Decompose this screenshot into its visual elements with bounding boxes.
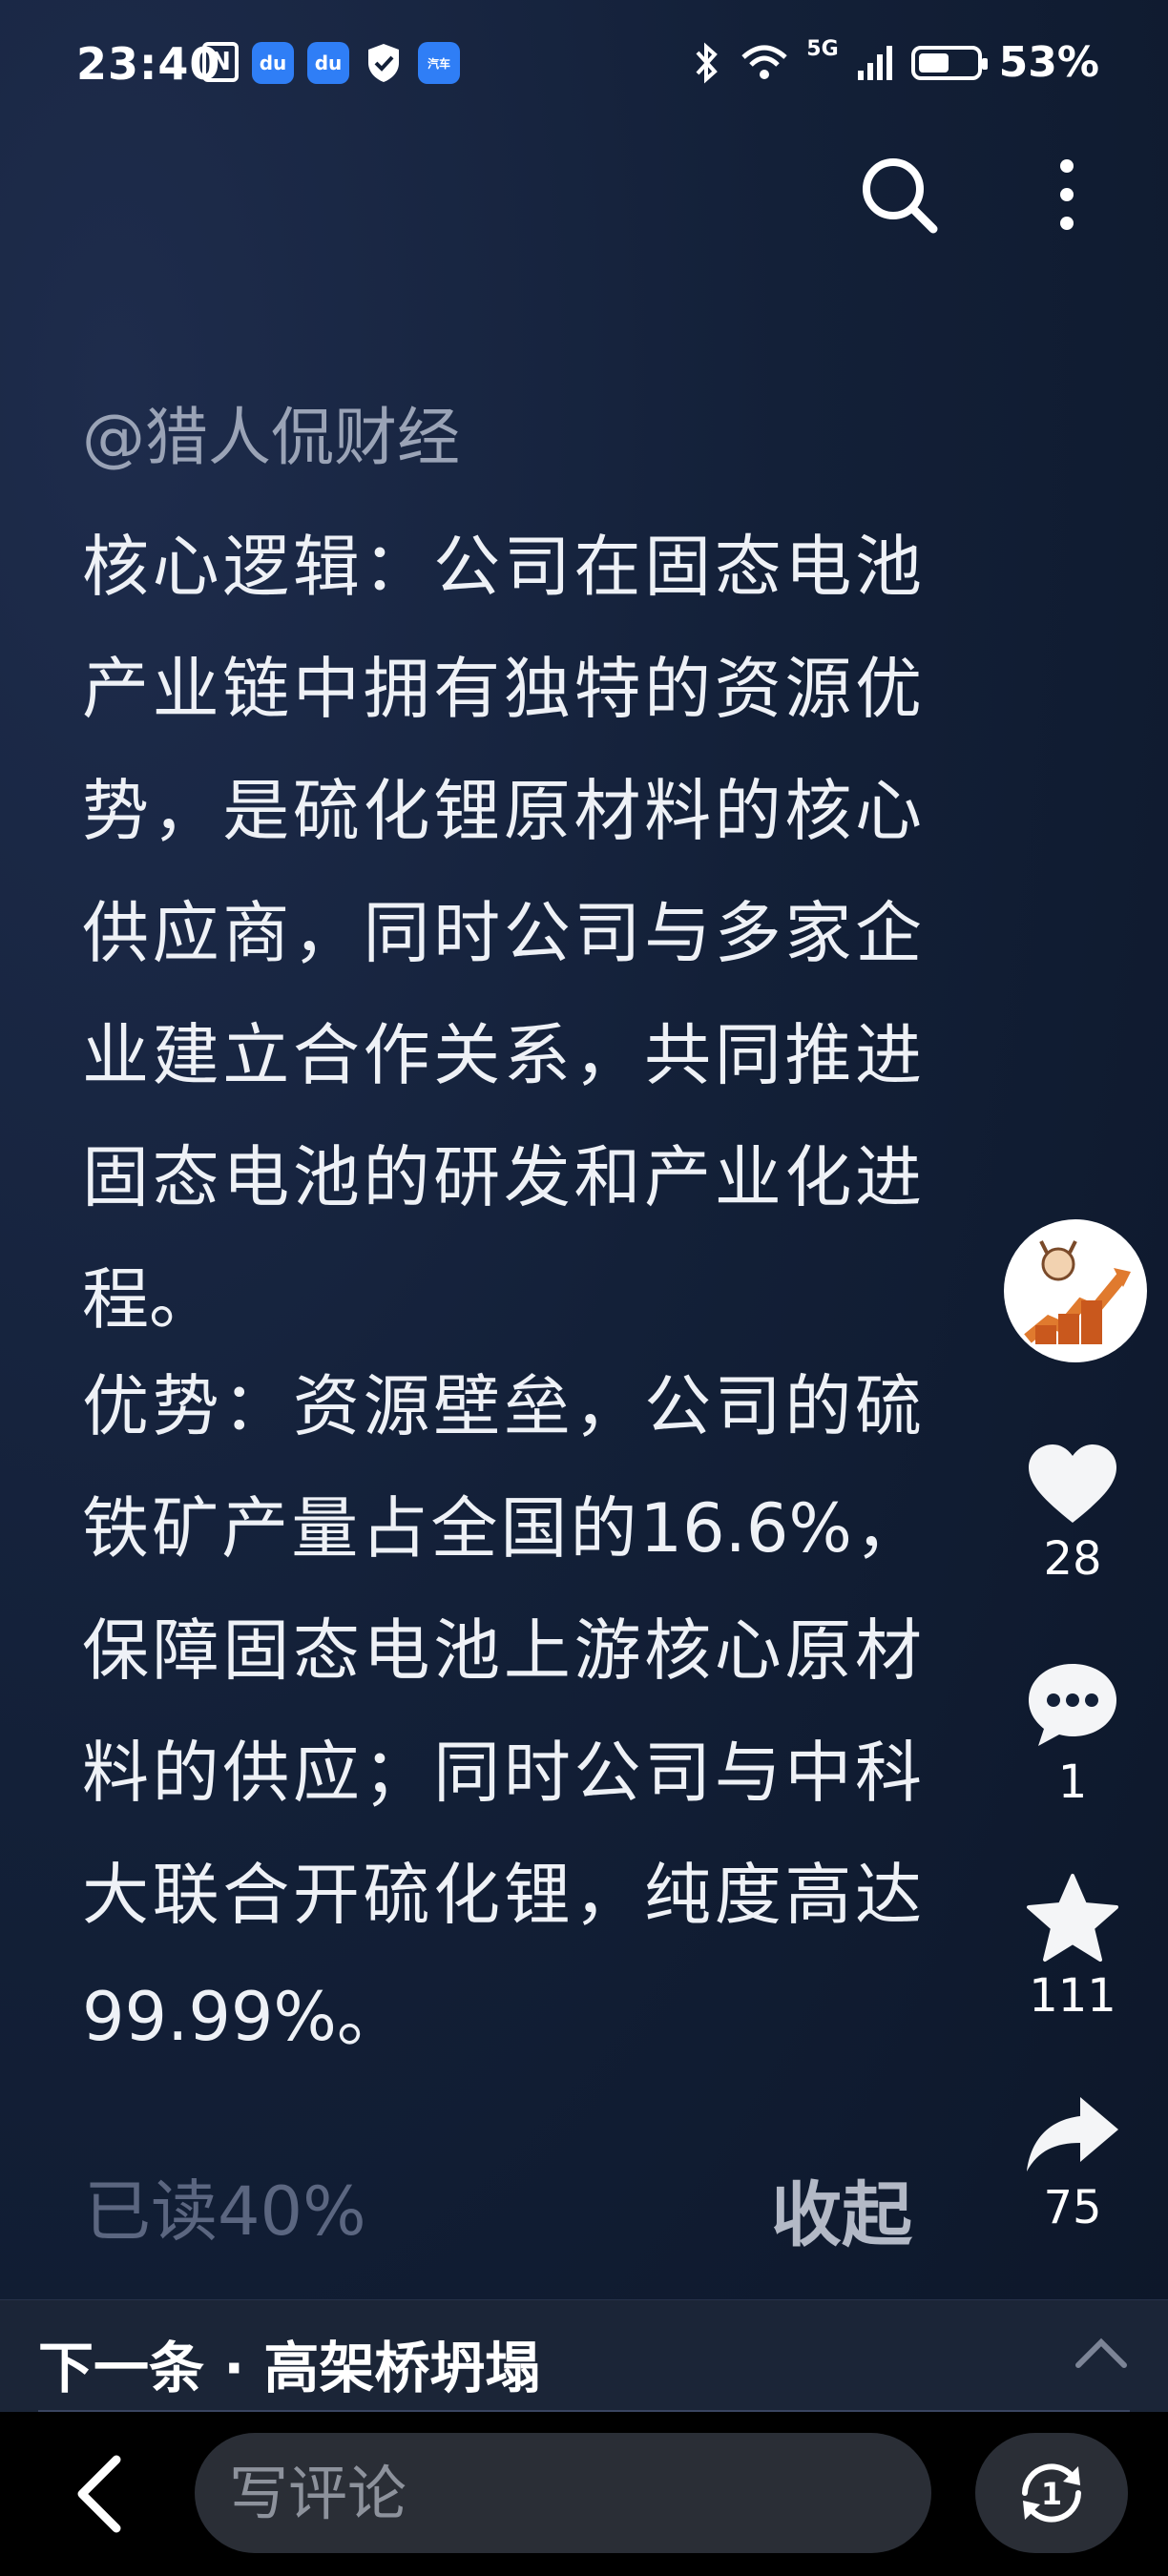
comment-button[interactable]: 1 — [1004, 1658, 1141, 1809]
author-avatar[interactable] — [1004, 1219, 1147, 1362]
sync-badge: 1 — [1041, 2476, 1062, 2512]
next-item-label: 下一条 · 高架桥坍塌 — [38, 2336, 541, 2400]
share-count: 75 — [1043, 2181, 1102, 2234]
collapse-button[interactable]: 收起 — [771, 2158, 912, 2260]
next-item-bar[interactable]: 下一条 · 高架桥坍塌 — [0, 2299, 1168, 2413]
favorite-button[interactable]: 111 — [1004, 1872, 1141, 2023]
like-button[interactable]: 28 — [1004, 1441, 1141, 1586]
signal-icon — [857, 45, 892, 80]
read-progress: 已读40% — [84, 2172, 366, 2251]
signal-label: 5G — [806, 37, 839, 61]
share-button[interactable]: 75 — [1004, 2093, 1141, 2234]
bluetooth-icon — [696, 42, 719, 83]
back-arrow-icon — [77, 2455, 121, 2533]
share-arrow-icon — [1027, 2097, 1118, 2171]
status-right: 5G 53% — [690, 37, 1099, 87]
nfc-icon: N — [202, 42, 239, 82]
like-count: 28 — [1043, 1532, 1102, 1586]
sync-button[interactable]: 1 — [975, 2433, 1128, 2553]
post-paragraph-1: 核心逻辑：公司在固态电池产业链中拥有独特的资源优势，是硫化锂原材料的核心供应商，… — [82, 528, 922, 1339]
sync-icon: 1 — [1022, 2463, 1081, 2523]
more-button[interactable] — [1048, 153, 1086, 237]
star-icon — [1027, 1874, 1118, 1962]
wifi-icon — [741, 45, 787, 79]
status-bar: 23:40 N du du 汽车 5G 53% — [0, 0, 1168, 134]
notification-icons: N du du 汽车 — [202, 42, 460, 84]
battery-percent: 53% — [998, 38, 1099, 87]
baidu-icon: du — [252, 42, 294, 84]
back-button[interactable] — [65, 2448, 134, 2540]
search-icon — [863, 158, 938, 234]
post-paragraph-2: 优势：资源壁垒，公司的硫铁矿产量占全国的16.6%，保障固态电池上游核心原材料的… — [82, 1367, 922, 2056]
favorite-count: 111 — [1029, 1969, 1116, 2023]
baidu-icon: du — [307, 42, 349, 84]
heart-icon — [1029, 1444, 1116, 1523]
more-vertical-icon — [1060, 159, 1074, 230]
author-handle[interactable]: @猎人侃财经 — [82, 386, 460, 478]
avatar-image — [1007, 1222, 1144, 1360]
shield-icon — [363, 42, 405, 84]
battery-icon — [910, 45, 988, 80]
comment-count: 1 — [1057, 1755, 1088, 1809]
search-button[interactable] — [857, 153, 941, 237]
autohome-icon: 汽车 — [418, 42, 460, 84]
comment-icon — [1029, 1664, 1116, 1746]
status-time: 23:40 — [76, 38, 221, 90]
comment-input[interactable] — [195, 2433, 931, 2553]
chevron-up-icon[interactable] — [1073, 2333, 1130, 2371]
bottom-bar: 1 — [0, 2412, 1168, 2576]
